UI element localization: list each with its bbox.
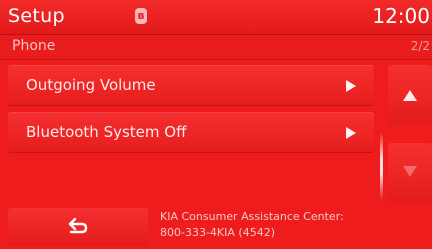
status-bar: Setup ʙ 12:00 xyxy=(0,0,432,35)
back-button[interactable] xyxy=(8,208,148,246)
scroll-indicator xyxy=(380,132,383,200)
bluetooth-system-off-button[interactable]: Bluetooth System Off xyxy=(8,112,374,152)
back-arrow-icon xyxy=(68,217,88,234)
play-arrow-icon xyxy=(346,127,356,139)
assistance-info: KIA Consumer Assistance Center: 800-333-… xyxy=(160,209,344,241)
outgoing-volume-label: Outgoing Volume xyxy=(26,76,156,94)
bluetooth-icon: ʙ xyxy=(135,8,147,24)
scroll-down-button[interactable] xyxy=(388,143,432,203)
scroll-up-button[interactable] xyxy=(388,65,432,125)
section-title: Phone xyxy=(12,38,56,54)
chevron-up-icon xyxy=(403,90,417,101)
outgoing-volume-button[interactable]: Outgoing Volume xyxy=(8,65,374,105)
bluetooth-system-off-label: Bluetooth System Off xyxy=(26,123,187,141)
assistance-phone-number: 800-333-4KIA (4542) xyxy=(160,226,275,239)
section-header: Phone 2/2 xyxy=(0,35,432,60)
page-indicator: 2/2 xyxy=(410,39,430,53)
assistance-center-label: KIA Consumer Assistance Center: xyxy=(160,210,344,223)
chevron-down-icon xyxy=(403,166,417,177)
page-title: Setup xyxy=(8,5,65,27)
clock: 12:00 xyxy=(372,4,430,28)
play-arrow-icon xyxy=(346,80,356,92)
